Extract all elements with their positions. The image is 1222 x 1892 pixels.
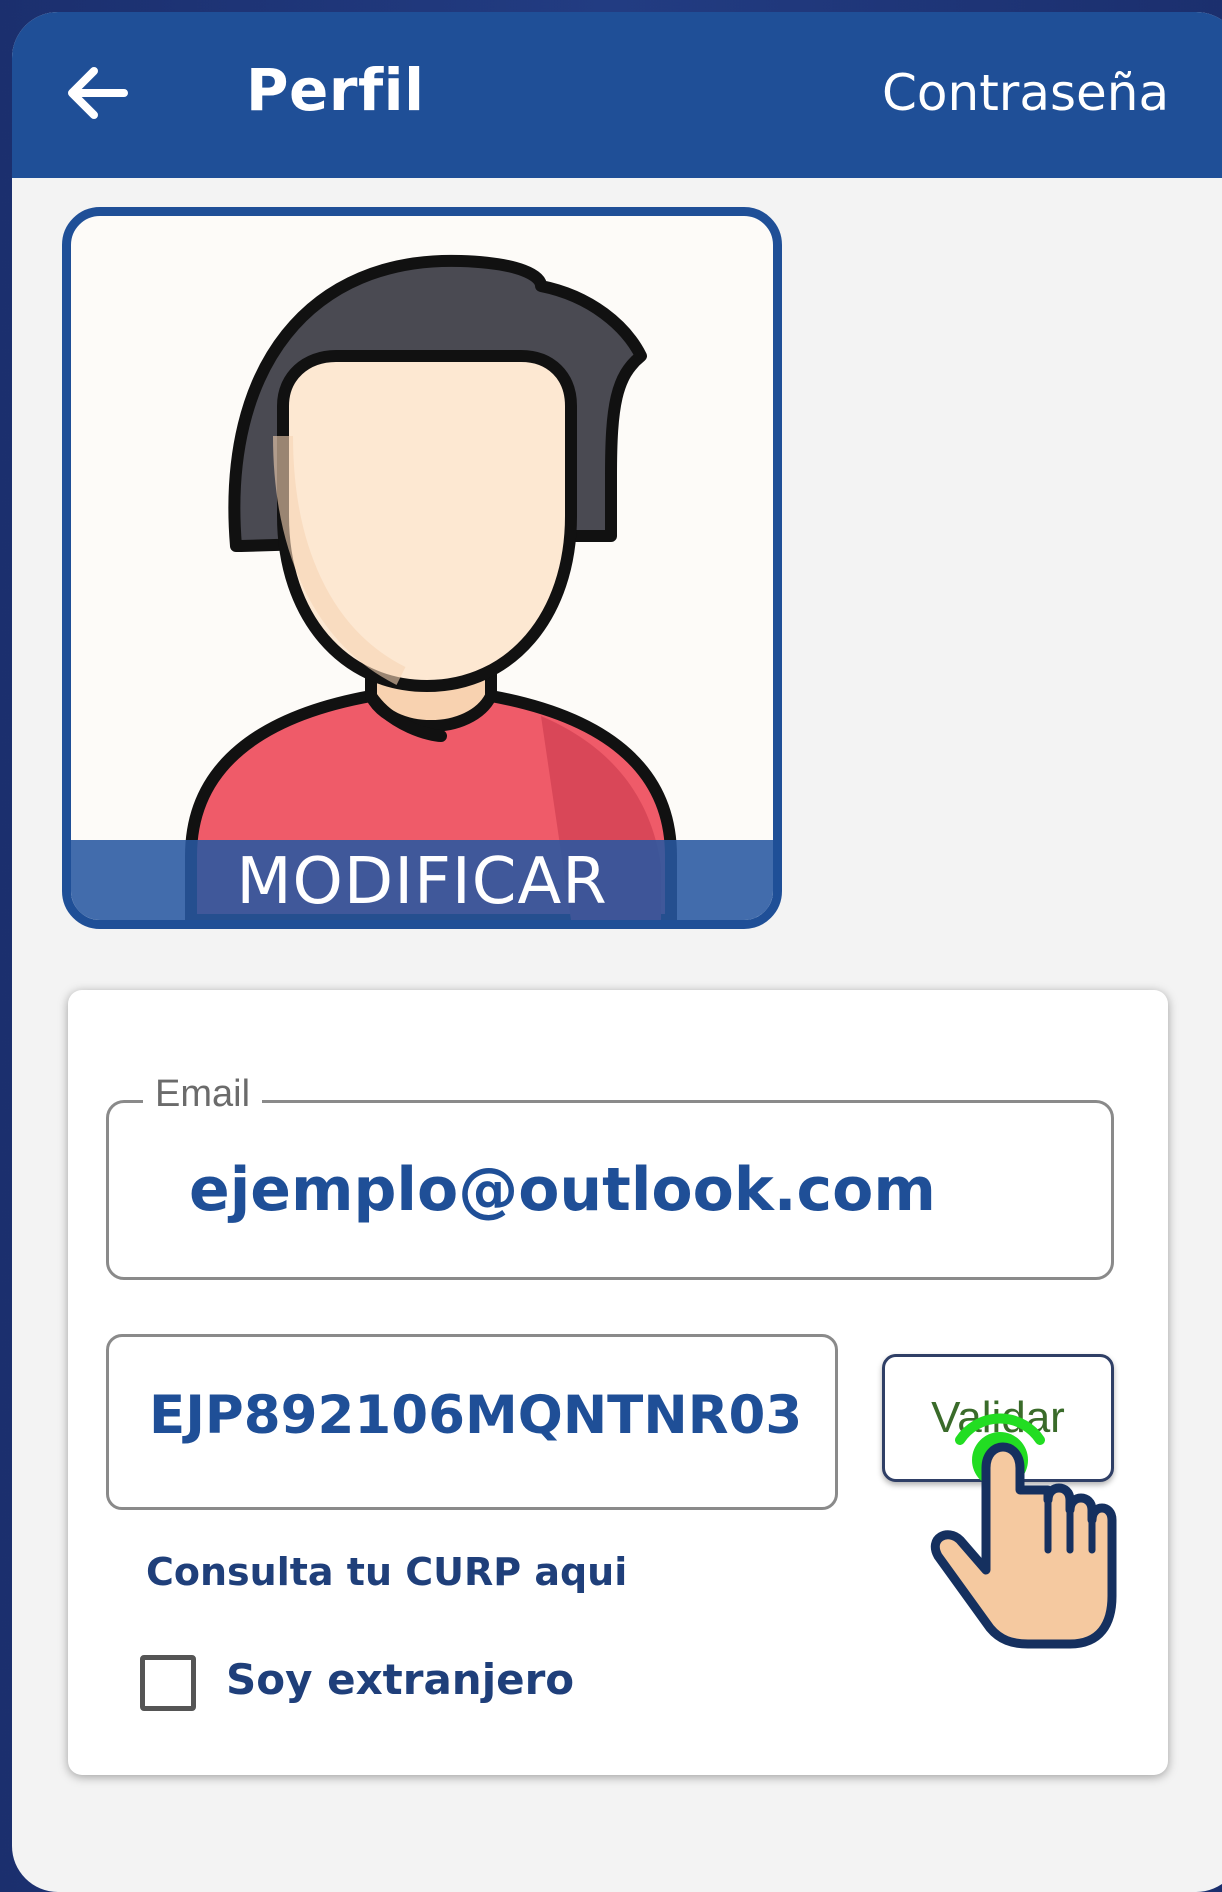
- curp-value[interactable]: EJP892106MQNTNR03: [149, 1385, 802, 1446]
- user-avatar-icon: [185, 254, 677, 920]
- email-value[interactable]: ejemplo@outlook.com: [189, 1155, 936, 1225]
- modify-photo-button[interactable]: MODIFICAR: [71, 840, 773, 920]
- foreigner-checkbox[interactable]: [140, 1655, 196, 1711]
- app-bar: Perfil Contraseña: [12, 12, 1222, 178]
- email-field[interactable]: Email ejemplo@outlook.com: [106, 1073, 1114, 1280]
- password-link[interactable]: Contraseña: [882, 64, 1169, 122]
- curp-field[interactable]: EJP892106MQNTNR03: [106, 1334, 838, 1510]
- email-label: Email: [143, 1073, 263, 1116]
- curp-lookup-link[interactable]: Consulta tu CURP aqui: [146, 1550, 627, 1594]
- arrow-left-icon: [68, 67, 128, 119]
- foreigner-label: Soy extranjero: [226, 1655, 575, 1704]
- avatar-card[interactable]: MODIFICAR: [62, 207, 782, 929]
- back-button[interactable]: [62, 58, 132, 128]
- page-title: Perfil: [246, 56, 425, 124]
- tapping-hand-icon: [931, 1413, 1117, 1649]
